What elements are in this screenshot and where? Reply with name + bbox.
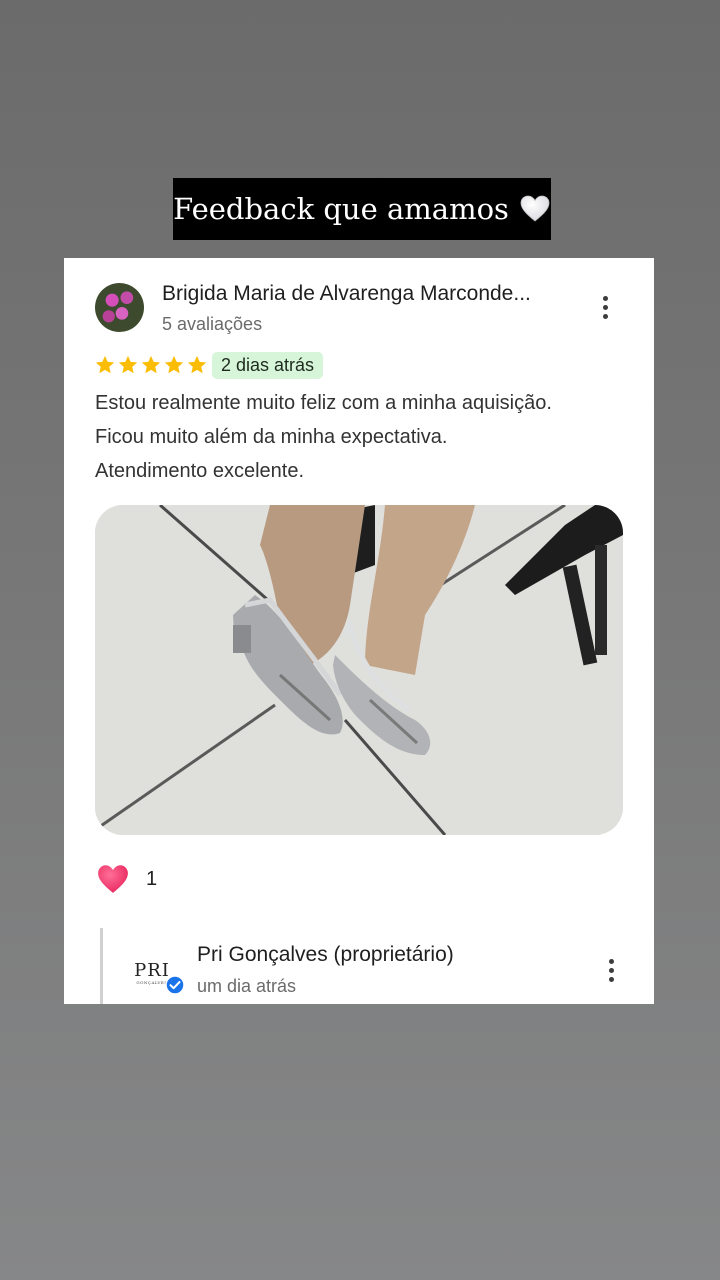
review-text-line: Estou realmente muito feliz com a minha …: [95, 392, 552, 414]
story-title-text: Feedback que amamos: [173, 192, 509, 226]
review-text-line: Ficou muito além da minha expectativa.: [95, 426, 448, 448]
verified-badge-icon: [165, 975, 185, 995]
star-icon: [187, 355, 207, 374]
star-icon: [118, 355, 138, 374]
reviewer-review-count: 5 avaliações: [162, 314, 263, 334]
star-icon: [164, 355, 184, 374]
review-photo-image: [95, 505, 623, 835]
reviewer-name[interactable]: Brigida Maria de Alvarenga Marconde...: [162, 282, 572, 306]
star-icon: [95, 355, 115, 374]
review-more-options-button[interactable]: [593, 289, 617, 325]
owner-reply-name[interactable]: Pri Gonçalves (proprietário): [197, 943, 454, 967]
reply-more-options-button[interactable]: [599, 952, 623, 988]
review-date-badge: 2 dias atrás: [212, 352, 324, 379]
owner-reply-date: um dia atrás: [197, 976, 297, 996]
story-title-banner: Feedback que amamos: [173, 178, 551, 240]
review-text: Estou realmente muito feliz com a minha …: [95, 386, 635, 488]
review-text-line: Atendimento excelente.: [95, 460, 305, 482]
reviewer-avatar[interactable]: [95, 283, 144, 332]
star-rating: [94, 354, 208, 376]
owner-logo-subtext: GONÇALVES: [136, 979, 168, 985]
review-photo[interactable]: [95, 505, 623, 835]
reply-divider: [100, 928, 103, 1004]
heart-icon[interactable]: [96, 862, 130, 896]
reaction-count: 1: [146, 867, 158, 890]
review-card: Brigida Maria de Alvarenga Marconde... 5…: [64, 258, 654, 1004]
reaction-bar: 1: [96, 862, 157, 896]
white-heart-icon: [520, 195, 550, 222]
star-icon: [141, 355, 161, 374]
